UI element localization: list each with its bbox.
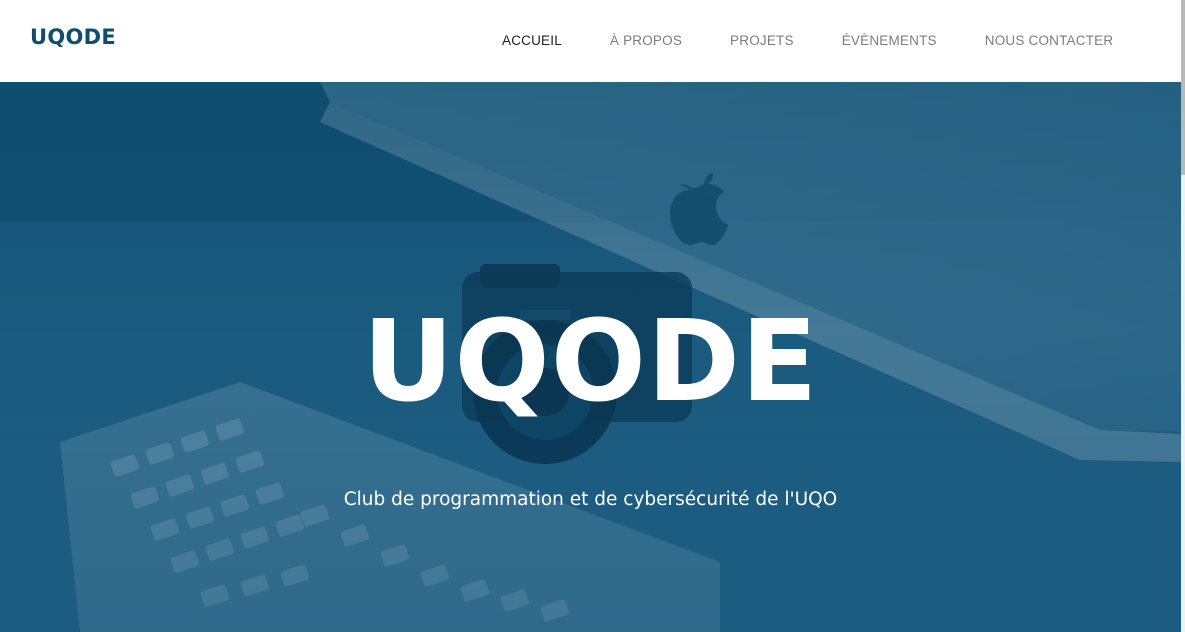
nav-link-nous-contacter[interactable]: NOUS CONTACTER: [985, 33, 1114, 48]
nav-item-nous-contacter: NOUS CONTACTER: [985, 32, 1114, 50]
brand-logo-link[interactable]: UQODE: [30, 25, 116, 49]
nav-item-projets: PROJETS: [730, 32, 794, 50]
nav-item-accueil: ACCUEIL: [502, 32, 562, 50]
nav-item-evenements: ÉVÈNEMENTS: [842, 32, 937, 50]
nav-link-evenements[interactable]: ÉVÈNEMENTS: [842, 33, 937, 48]
nav-item-a-propos: À PROPOS: [610, 32, 682, 50]
nav-link-accueil[interactable]: ACCUEIL: [502, 33, 562, 48]
hero-subtitle: Club de programmation et de cybersécurit…: [343, 489, 838, 510]
navbar: UQODE ACCUEIL À PROPOS PROJETS ÉVÈNEMENT…: [0, 0, 1181, 82]
hero-title: UQODE: [362, 297, 819, 427]
scrollbar-thumb[interactable]: [1181, 0, 1185, 175]
nav-link-a-propos[interactable]: À PROPOS: [610, 33, 682, 48]
hero-section: UQODE Club de programmation et de cybers…: [0, 82, 1181, 632]
main-nav: ACCUEIL À PROPOS PROJETS ÉVÈNEMENTS NOUS…: [502, 32, 1161, 50]
nav-link-projets[interactable]: PROJETS: [730, 33, 794, 48]
page-scrollbar[interactable]: [1181, 0, 1185, 632]
